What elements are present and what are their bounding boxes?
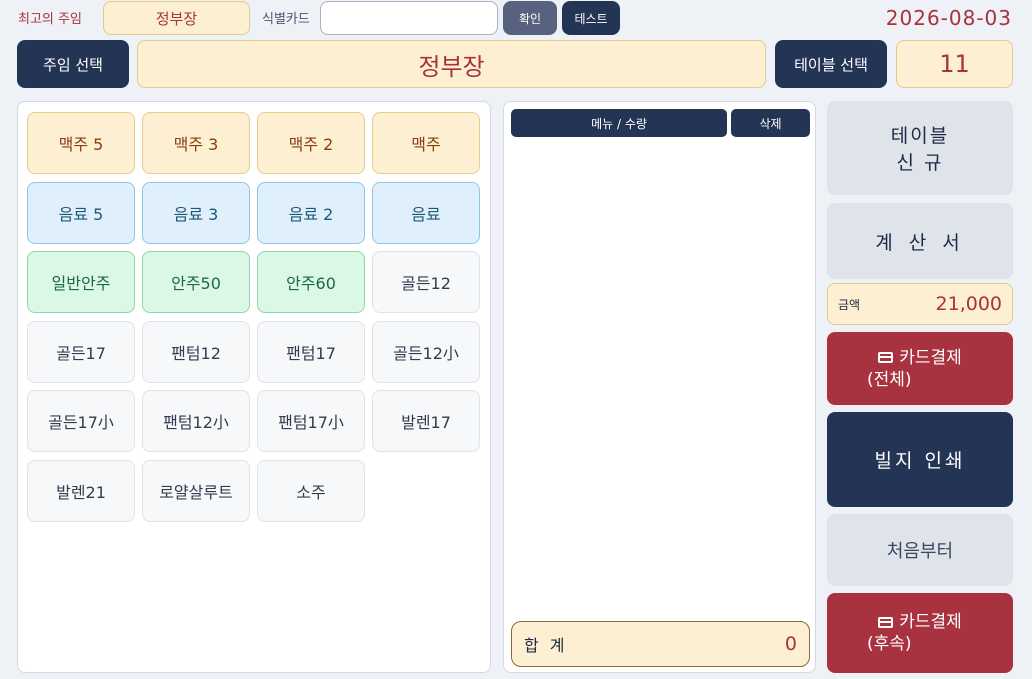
order-column-delete: 삭제 xyxy=(731,109,810,137)
menu-item-button[interactable]: 음료 3 xyxy=(142,181,250,244)
card-full-label-line1: 카드결제 xyxy=(899,347,962,368)
new-table-label-line1: 테이블 xyxy=(890,125,950,147)
bill-button[interactable]: 계 산 서 xyxy=(827,203,1013,279)
order-column-menu-qty: 메뉴 / 수량 xyxy=(511,109,727,137)
menu-item-button[interactable]: 소주 xyxy=(257,459,365,522)
recent-boss-value: 정부장 xyxy=(103,1,250,35)
menu-item-button[interactable]: 맥주 5 xyxy=(27,112,135,174)
menu-item-button[interactable]: 팬텀12 xyxy=(142,320,250,383)
menu-item-button[interactable]: 골든17小 xyxy=(27,390,135,452)
menu-item-button[interactable]: 로얄살루트 xyxy=(142,459,250,522)
menu-item-button[interactable]: 맥주 3 xyxy=(142,112,250,174)
card-payment-full-button[interactable]: 카드결제 (전체) xyxy=(827,332,1013,405)
menu-item-button[interactable]: 안주50 xyxy=(142,251,250,313)
current-date: 2026-08-03 xyxy=(885,6,1012,30)
new-table-button[interactable]: 테이블 신 규 xyxy=(827,101,1013,195)
menu-item-button[interactable]: 음료 5 xyxy=(27,181,135,244)
amount-value: 21,000 xyxy=(935,293,1002,315)
total-label: 합 계 xyxy=(524,636,568,655)
new-table-label-line2: 신 규 xyxy=(896,152,944,174)
menu-item-button[interactable]: 맥주 2 xyxy=(257,112,365,174)
menu-item-button[interactable]: 맥주 xyxy=(372,112,480,174)
id-card-label: 식별카드 xyxy=(262,12,310,27)
credit-card-icon xyxy=(878,352,894,363)
menu-item-button[interactable]: 음료 2 xyxy=(257,181,365,244)
order-list[interactable] xyxy=(511,142,810,612)
print-slip-button[interactable]: 빌지 인쇄 xyxy=(827,412,1013,507)
card-full-label-line2: (전체) xyxy=(867,369,912,390)
selected-boss-name: 정부장 xyxy=(137,40,766,88)
test-button[interactable]: 테스트 xyxy=(562,1,620,35)
from-start-button[interactable]: 처음부터 xyxy=(827,514,1013,586)
amount-label: 금액 xyxy=(838,297,861,312)
menu-item-button[interactable]: 안주60 xyxy=(257,251,365,313)
menu-item-button[interactable]: 발렌21 xyxy=(27,459,135,522)
menu-item-button[interactable]: 골든12小 xyxy=(372,320,480,383)
credit-card-icon xyxy=(878,616,894,628)
menu-item-button[interactable]: 팬텀12小 xyxy=(142,390,250,452)
menu-item-button[interactable]: 일반안주 xyxy=(27,251,135,313)
order-panel: 메뉴 / 수량 삭제 합 계 0 xyxy=(503,101,816,673)
amount-display: 금액 21,000 xyxy=(827,283,1013,325)
card-payment-later-button[interactable]: 카드결제 (후속) xyxy=(827,593,1013,673)
menu-panel: 맥주 5 맥주 3 맥주 2 맥주음료 5 음료 3 음료 2 음료일반안주 안주50 안주60… xyxy=(17,101,491,673)
menu-item-button[interactable]: 팬텀17 xyxy=(257,320,365,383)
menu-item-button[interactable]: 팬텀17小 xyxy=(257,390,365,452)
menu-item-button[interactable]: 골든12 xyxy=(372,251,480,313)
menu-item-button[interactable]: 발렌17 xyxy=(372,390,480,452)
menu-item-button[interactable]: 음료 xyxy=(372,181,480,244)
confirm-button[interactable]: 확인 xyxy=(503,1,557,35)
table-select-button[interactable]: 테이블 선택 xyxy=(775,40,887,88)
order-total: 합 계 0 xyxy=(511,621,810,667)
card-later-label-line2: (후속) xyxy=(867,634,912,654)
selected-table-number: 11 xyxy=(896,40,1013,88)
recent-boss-label: 최고의 주임 xyxy=(18,12,82,27)
menu-item-button[interactable]: 골든17 xyxy=(27,320,135,383)
total-value: 0 xyxy=(784,633,797,655)
card-later-label-line1: 카드결제 xyxy=(899,612,962,632)
id-card-input[interactable] xyxy=(320,1,498,35)
boss-select-button[interactable]: 주임 선택 xyxy=(17,40,129,88)
